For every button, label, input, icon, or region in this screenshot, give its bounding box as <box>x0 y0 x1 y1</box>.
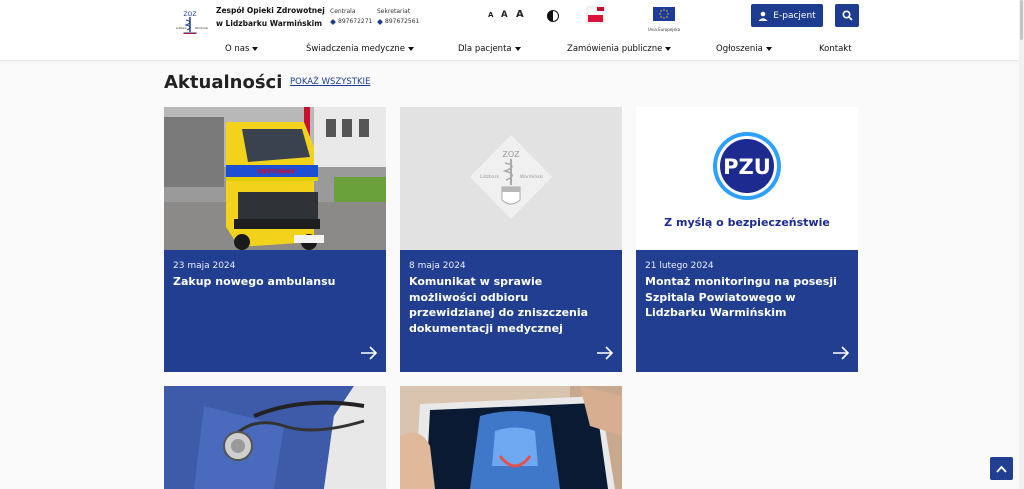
pzu-logo-text: PZU <box>723 155 771 179</box>
scrollbar-thumb[interactable] <box>1020 0 1023 40</box>
font-size-large-button[interactable]: A <box>516 9 524 20</box>
zoz-placeholder-right: Warmiński <box>520 173 543 180</box>
nav-item-kontakt[interactable]: Kontakt <box>819 44 852 54</box>
eu-logo[interactable]: Unia Europejska <box>644 6 684 32</box>
user-icon <box>758 11 768 21</box>
nav-item-ogloszenia[interactable]: Ogłoszenia <box>716 44 772 54</box>
scroll-to-top-button[interactable] <box>990 457 1013 480</box>
nav-item-label: O nas <box>225 44 250 54</box>
ambulance-van-text: AMBULANS <box>257 167 295 174</box>
news-card-body: 8 maja 2024 Komunikat w sprawie możliwoś… <box>400 250 622 372</box>
arrow-right-icon[interactable] <box>596 346 614 360</box>
poland-flag-icon[interactable] <box>586 6 605 24</box>
sekretariat-label: Sekretariat <box>377 8 411 15</box>
news-date: 23 maja 2024 <box>173 261 236 271</box>
nav-item-label: Ogłoszenia <box>716 44 763 54</box>
caret-down-icon <box>408 47 415 51</box>
svg-text:Lidzbark: Lidzbark <box>176 26 187 30</box>
search-icon <box>841 10 853 21</box>
news-card[interactable]: AMBULANS 23 maja 2024 Zakup nowego ambul… <box>164 107 386 372</box>
show-all-link[interactable]: POKAŻ WSZYSTKIE <box>290 77 370 87</box>
centrala-label: Centrala <box>330 8 356 15</box>
e-patient-button[interactable]: E-pacjent <box>751 4 823 27</box>
main-navigation: O nas Świadczenia medyczne Dla pacjenta … <box>0 34 1024 61</box>
top-header: ZOZ Lidzbark Warmiński Zespół Opieki Zdr… <box>0 0 1024 46</box>
nav-item-label: Świadczenia medyczne <box>306 44 406 54</box>
ambulance-photo: AMBULANS <box>164 107 386 250</box>
nav-item-label: Kontakt <box>819 44 852 54</box>
centrala-phone-link[interactable]: 897672271 <box>330 17 372 27</box>
section-title: Aktualności <box>164 72 283 93</box>
centrala-phone: 897672271 <box>338 18 373 25</box>
eu-caption: Unia Europejska <box>647 27 681 32</box>
arrow-right-icon[interactable] <box>832 346 850 360</box>
news-date: 21 lutego 2024 <box>645 261 714 271</box>
font-size-medium-button[interactable]: A <box>501 10 508 20</box>
svg-text:ZOZ: ZOZ <box>184 11 197 18</box>
caret-down-icon <box>765 47 772 51</box>
phone-icon <box>377 19 383 25</box>
e-patient-label: E-pacjent <box>773 10 816 21</box>
news-card-body: 21 lutego 2024 Montaż monitoringu na pos… <box>636 250 858 372</box>
centrala-contact: Centrala 897672271 <box>330 7 372 27</box>
news-card[interactable] <box>400 386 622 489</box>
news-title: Montaż monitoringu na posesji Szpitala P… <box>645 275 837 319</box>
news-title: Zakup nowego ambulansu <box>173 275 336 288</box>
news-date: 8 maja 2024 <box>409 261 466 271</box>
pzu-logo: PZU Z myślą o bezpieczeństwie <box>636 107 858 250</box>
contrast-toggle-icon[interactable] <box>547 10 559 22</box>
org-name-line1: Zespół Opieki Zdrowotnej <box>216 6 325 15</box>
nav-item-label: Dla pacjenta <box>458 44 512 54</box>
caret-down-icon <box>252 47 259 51</box>
font-size-small-button[interactable]: A <box>488 11 493 19</box>
org-name-line2: w Lidzbarku Warmińskim <box>216 19 323 28</box>
svg-text:Warmiński: Warmiński <box>195 26 208 30</box>
eu-flag-icon <box>653 7 675 21</box>
pzu-tagline: Z myślą o bezpieczeństwie <box>664 216 830 229</box>
news-card[interactable]: ZOZ Lidzbark Warmiński 8 maja 2024 Komun… <box>400 107 622 372</box>
zoz-logo-placeholder: ZOZ Lidzbark Warmiński <box>400 107 622 250</box>
news-card[interactable]: PZU Z myślą o bezpieczeństwie 21 lutego … <box>636 107 858 372</box>
phone-icon <box>330 19 336 25</box>
nav-item-dla-pacjenta[interactable]: Dla pacjenta <box>458 44 521 54</box>
nav-item-zamowienia-publiczne[interactable]: Zamówienia publiczne <box>567 44 672 54</box>
nav-item-o-nas[interactable]: O nas <box>225 44 259 54</box>
arrow-right-icon[interactable] <box>360 346 378 360</box>
chevron-up-icon <box>996 465 1007 473</box>
zoz-placeholder-text: ZOZ <box>502 150 520 159</box>
search-button[interactable] <box>835 4 859 27</box>
zoz-placeholder-left: Lidzbark <box>480 174 499 180</box>
xray-tablet-photo <box>400 386 622 489</box>
news-title: Komunikat w sprawie możliwości odbioru p… <box>409 275 589 335</box>
sekretariat-phone-link[interactable]: 897672561 <box>377 17 419 27</box>
news-card[interactable] <box>164 386 386 489</box>
nav-item-label: Zamówienia publiczne <box>567 44 663 54</box>
news-card-body: 23 maja 2024 Zakup nowego ambulansu <box>164 250 386 372</box>
page-scrollbar[interactable] <box>1019 0 1024 489</box>
caret-down-icon <box>665 47 672 51</box>
caret-down-icon <box>514 47 521 51</box>
sekretariat-phone: 897672561 <box>385 18 420 25</box>
stethoscope-photo <box>164 386 386 489</box>
organization-name[interactable]: Zespół Opieki Zdrowotnej w Lidzbarku War… <box>216 4 325 30</box>
nav-item-swiadczenia-medyczne[interactable]: Świadczenia medyczne <box>306 44 415 54</box>
sekretariat-contact: Sekretariat 897672561 <box>377 7 419 27</box>
